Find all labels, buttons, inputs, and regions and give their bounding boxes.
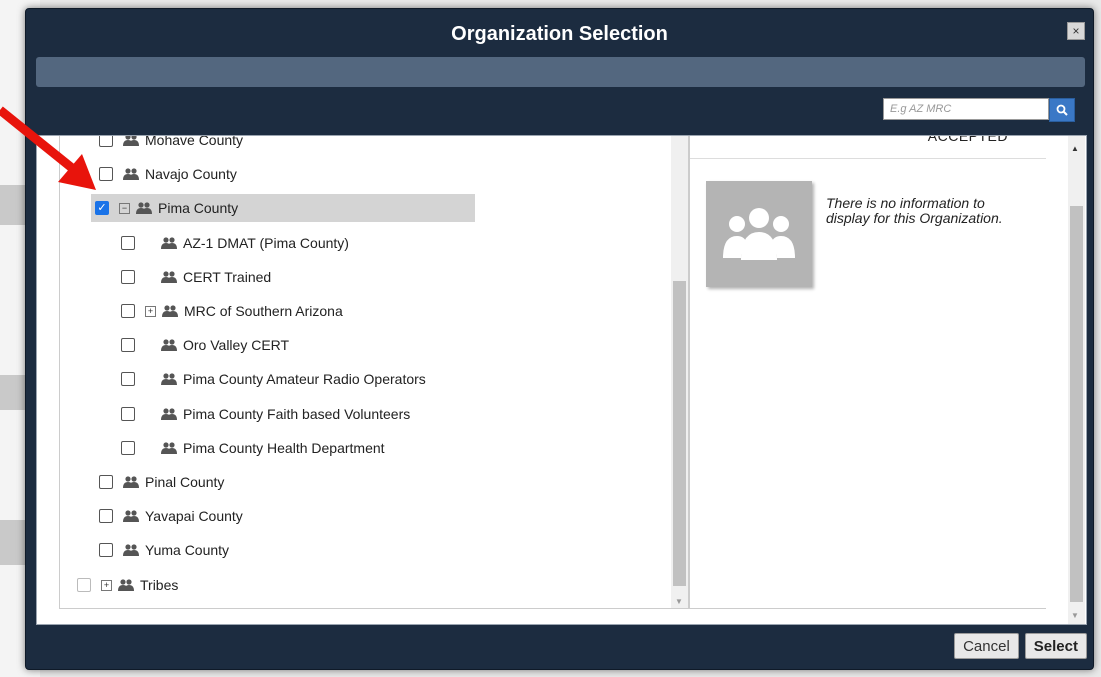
- dialog-subbar: [36, 57, 1085, 87]
- collapse-icon[interactable]: −: [119, 202, 130, 214]
- tree-item[interactable]: CERT Trained: [121, 263, 271, 291]
- tree-item-label: Navajo County: [145, 166, 237, 182]
- tree-item[interactable]: Oro Valley CERT: [121, 331, 289, 359]
- tree-item-checkbox[interactable]: [121, 304, 135, 318]
- group-icon: [123, 168, 139, 180]
- tree-item-label: Pima County Faith based Volunteers: [183, 406, 411, 422]
- group-icon: [123, 476, 139, 488]
- tree-item-checkbox[interactable]: [99, 509, 113, 523]
- tree-item-label: AZ-1 DMAT (Pima County): [183, 235, 349, 251]
- tree-item[interactable]: Mohave County: [99, 136, 243, 154]
- group-icon: [136, 202, 152, 214]
- dialog-title: Organization Selection: [451, 23, 668, 45]
- group-icon: [123, 510, 139, 522]
- tree-item[interactable]: Yavapai County: [99, 502, 243, 530]
- annotation-arrow: [0, 106, 96, 190]
- group-icon: [123, 544, 139, 556]
- tree-item-checkbox[interactable]: [77, 578, 91, 592]
- tree-item[interactable]: + Tribes: [77, 571, 178, 599]
- tree-item[interactable]: ✓ − Pima County: [91, 194, 475, 222]
- tree-item[interactable]: Pima County Health Department: [121, 434, 385, 462]
- details-scrollbar-thumb[interactable]: [1070, 206, 1083, 602]
- tree-item-checkbox[interactable]: [121, 407, 135, 421]
- tree-item-label: Oro Valley CERT: [183, 337, 290, 353]
- group-icon: [161, 339, 177, 351]
- tree-item-label: CERT Trained: [183, 269, 272, 285]
- tree-scrollbar[interactable]: ▼: [671, 136, 688, 608]
- tree-item[interactable]: Pima County Amateur Radio Operators: [121, 365, 426, 393]
- tree-item-label: Pima County Amateur Radio Operators: [183, 371, 426, 387]
- tree-item-label: Pinal County: [145, 474, 225, 490]
- scroll-down-icon[interactable]: ▼: [675, 597, 683, 606]
- tree-item-checkbox[interactable]: [121, 372, 135, 386]
- organization-image: [706, 181, 812, 287]
- expand-icon[interactable]: +: [101, 579, 112, 591]
- organization-selection-dialog: Organization Selection × Mohave County Na…: [25, 8, 1094, 670]
- group-icon: [123, 136, 139, 146]
- dialog-footer: Cancel Select: [954, 633, 1087, 659]
- tree-item[interactable]: Yuma County: [99, 536, 229, 564]
- tree-item-checkbox[interactable]: [121, 338, 135, 352]
- group-icon: [118, 579, 134, 591]
- expand-icon[interactable]: +: [145, 305, 156, 317]
- cancel-button[interactable]: Cancel: [954, 633, 1019, 659]
- group-icon: [161, 373, 177, 385]
- tree-item-checkbox[interactable]: ✓: [95, 201, 109, 215]
- details-scrollbar[interactable]: [1068, 136, 1085, 624]
- tree-item[interactable]: + MRC of Southern Arizona: [121, 297, 343, 325]
- search-box: [883, 98, 1075, 122]
- search-button[interactable]: [1049, 98, 1075, 122]
- tree-item-checkbox[interactable]: [121, 270, 135, 284]
- group-icon: [161, 442, 177, 454]
- tree-item-label: MRC of Southern Arizona: [184, 303, 343, 319]
- scroll-down-icon[interactable]: ▼: [1071, 611, 1079, 620]
- tree-scrollbar-thumb[interactable]: [673, 281, 686, 586]
- organization-details: ACCEPTED There is no information to disp…: [689, 136, 1047, 609]
- tree-item-checkbox[interactable]: [99, 475, 113, 489]
- tree-item-label: Yavapai County: [145, 508, 243, 524]
- tree-item-label: Pima County Health Department: [183, 440, 385, 456]
- details-scroll-area: ▲ ▼: [1046, 136, 1086, 624]
- no-information-text: There is no information to display for t…: [826, 195, 1003, 226]
- search-input[interactable]: [883, 98, 1049, 120]
- tree-item-label: Mohave County: [145, 136, 244, 148]
- search-icon: [1056, 104, 1068, 116]
- dialog-titlebar: Organization Selection ×: [26, 9, 1093, 59]
- tree-item-checkbox[interactable]: [121, 236, 135, 250]
- tree-item[interactable]: Navajo County: [99, 160, 237, 188]
- group-icon: [161, 408, 177, 420]
- tree-item-checkbox[interactable]: [99, 543, 113, 557]
- group-icon: [161, 271, 177, 283]
- tree-item[interactable]: Pinal County: [99, 468, 224, 496]
- group-placeholder-icon: [723, 208, 795, 260]
- tree-item-label: Yuma County: [145, 542, 230, 558]
- select-button[interactable]: Select: [1024, 633, 1087, 659]
- details-divider: [690, 158, 1046, 159]
- close-button[interactable]: ×: [1067, 22, 1085, 40]
- tree-item-label: Tribes: [140, 577, 179, 593]
- scroll-up-icon[interactable]: ▲: [1071, 144, 1079, 153]
- dialog-content: Mohave County Navajo County ✓ − Pima County A…: [36, 135, 1087, 625]
- organization-tree: Mohave County Navajo County ✓ − Pima County A…: [59, 136, 689, 609]
- tree-item[interactable]: AZ-1 DMAT (Pima County): [121, 229, 349, 257]
- tree-item-checkbox[interactable]: [121, 441, 135, 455]
- group-icon: [162, 305, 178, 317]
- tree-item[interactable]: Pima County Faith based Volunteers: [121, 400, 410, 428]
- status-label: ACCEPTED: [927, 136, 1008, 144]
- group-icon: [161, 237, 177, 249]
- tree-item-label: Pima County: [158, 200, 239, 216]
